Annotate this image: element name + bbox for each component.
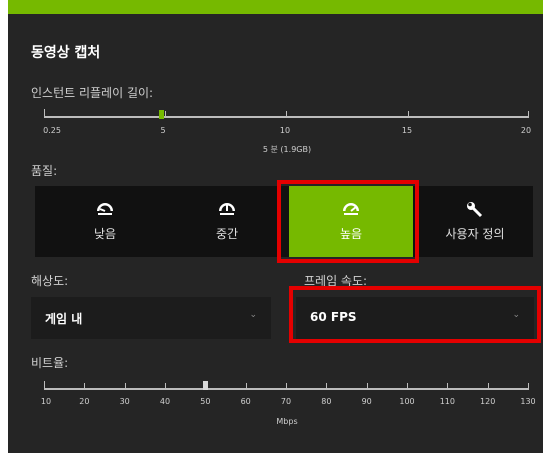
bitrate-tick-label: 50 xyxy=(200,397,211,406)
quality-high-label: 높음 xyxy=(339,227,363,241)
bitrate-tick xyxy=(407,383,408,390)
framerate-dropdown[interactable]: 60 FPS ⌄ xyxy=(296,297,534,339)
wrench-icon xyxy=(467,202,483,218)
replay-tick xyxy=(286,111,287,118)
bitrate-tick-label: 120 xyxy=(480,397,496,406)
quality-medium-label: 중간 xyxy=(215,227,239,241)
section-title: 동영상 캡처 xyxy=(31,45,101,61)
replay-tick xyxy=(165,111,166,118)
bitrate-tick-label: 70 xyxy=(280,397,292,406)
chevron-down-icon: ⌄ xyxy=(249,310,257,320)
quality-custom-label: 사용자 정의 xyxy=(445,227,505,241)
replay-tick-label: 20 xyxy=(520,126,532,135)
bitrate-tick xyxy=(528,383,529,390)
replay-tick-label: 10 xyxy=(279,126,291,135)
replay-tick xyxy=(44,109,45,118)
gauge-medium-icon xyxy=(219,203,235,219)
bitrate-tick xyxy=(487,383,489,390)
quality-custom-button[interactable]: 사용자 정의 xyxy=(413,186,537,257)
bitrate-tick-label: 40 xyxy=(159,397,171,406)
replay-value-label: 5 분 (1.9GB) xyxy=(262,145,312,154)
framerate-value: 60 FPS xyxy=(310,310,357,324)
bitrate-tick-label: 60 xyxy=(240,397,251,406)
gauge-low-icon xyxy=(97,203,113,219)
bitrate-label: 비트율: xyxy=(31,356,69,370)
bitrate-tick-label: 110 xyxy=(439,397,455,406)
replay-tick xyxy=(528,111,529,118)
resolution-value: 게임 내 xyxy=(45,312,83,326)
replay-tick-label: 0.25 xyxy=(43,126,61,135)
accent-top-bar xyxy=(8,0,543,14)
bitrate-tick xyxy=(286,383,287,390)
bitrate-tick-label: 130 xyxy=(520,397,536,406)
bitrate-tick-label: 80 xyxy=(321,397,332,406)
replay-tick-label: 15 xyxy=(401,126,413,135)
replay-tick-label: 5 xyxy=(160,126,166,135)
quality-low-label: 낮음 xyxy=(93,227,117,241)
bitrate-tick xyxy=(326,383,328,390)
resolution-label: 해상도: xyxy=(31,274,69,288)
bitrate-tick-label: 20 xyxy=(79,397,90,406)
replay-tick xyxy=(408,111,409,118)
bitrate-tick xyxy=(366,383,368,390)
bitrate-tick-label: 100 xyxy=(399,397,415,406)
framerate-label: 프레임 속도: xyxy=(304,274,368,288)
quality-label: 품질: xyxy=(31,164,58,178)
bitrate-tick xyxy=(245,383,247,390)
bitrate-tick xyxy=(84,383,86,390)
gauge-high-icon xyxy=(343,203,359,219)
replay-length-label: 인스턴트 리플레이 길이: xyxy=(31,86,154,100)
resolution-dropdown[interactable]: 게임 내 ⌄ xyxy=(31,297,271,339)
quality-low-button[interactable]: 낮음 xyxy=(43,186,167,257)
replay-slider-thumb[interactable] xyxy=(159,110,164,119)
bitrate-unit-label: Mbps xyxy=(276,417,298,426)
bitrate-tick xyxy=(447,383,449,390)
chevron-down-icon: ⌄ xyxy=(512,310,520,320)
bitrate-tick-label: 30 xyxy=(119,397,130,406)
bitrate-tick xyxy=(44,381,45,390)
quality-high-button[interactable]: 높음 xyxy=(289,186,413,257)
quality-medium-button[interactable]: 중간 xyxy=(165,186,289,257)
bitrate-slider-thumb[interactable] xyxy=(203,381,208,390)
bitrate-tick-label: 10 xyxy=(40,397,52,406)
bitrate-tick-label: 90 xyxy=(361,397,372,406)
bitrate-tick xyxy=(165,383,166,390)
bitrate-tick xyxy=(124,383,126,390)
